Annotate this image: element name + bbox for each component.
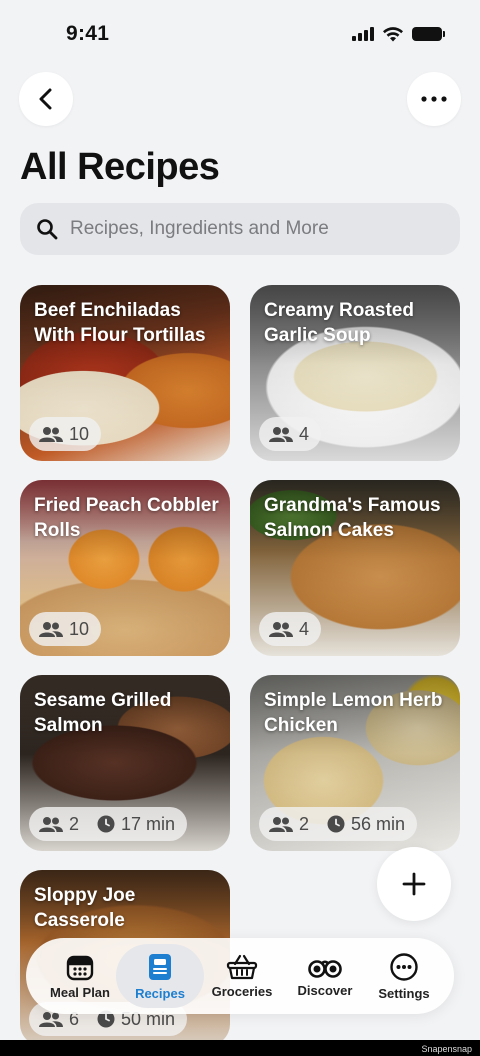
- more-options-button[interactable]: [407, 72, 461, 126]
- servings-badge: 4: [259, 612, 322, 646]
- recipe-title: Creamy Roasted Garlic Soup: [264, 300, 414, 346]
- tab-label: Settings: [378, 985, 430, 1001]
- recipe-title: Simple Lemon Herb Chicken: [264, 690, 443, 736]
- people-icon: [39, 622, 63, 637]
- servings-badge: 10: [29, 417, 102, 451]
- tab-label: Groceries: [211, 983, 273, 999]
- recipe-title: Grandma's Famous Salmon Cakes: [264, 495, 441, 541]
- recipe-card[interactable]: Beef Enchiladas With Flour Tortillas 10: [20, 285, 230, 461]
- tab-label: Discover: [297, 982, 353, 998]
- wifi-icon: [383, 27, 403, 42]
- status-bar: 9:41: [0, 0, 480, 64]
- chevron-left-icon: [39, 88, 52, 110]
- search-icon: [37, 219, 58, 240]
- search-input[interactable]: Recipes, Ingredients and More: [20, 203, 460, 255]
- tab-settings[interactable]: Settings: [360, 944, 448, 1008]
- status-time: 9:41: [66, 22, 110, 45]
- binoculars-icon: [308, 959, 342, 978]
- tab-label: Recipes: [135, 985, 185, 1001]
- servings-count: 10: [69, 423, 90, 444]
- people-icon: [39, 427, 63, 442]
- status-icons: [352, 26, 445, 42]
- cook-time: 17 min: [121, 813, 176, 834]
- people-icon: [269, 427, 293, 442]
- servings-count: 10: [69, 618, 90, 639]
- basket-icon: [226, 954, 258, 979]
- ellipsis-icon: [421, 96, 447, 102]
- cellular-signal-icon: [352, 27, 374, 41]
- recipe-card[interactable]: Simple Lemon Herb Chicken 2 56 min: [250, 675, 460, 851]
- back-button[interactable]: [19, 72, 73, 126]
- recipe-title: Sloppy Joe Casserole: [34, 885, 136, 931]
- battery-icon: [412, 27, 445, 41]
- screen: 9:41 All Recipes Recipes, Ingredients an…: [0, 0, 480, 1056]
- bottom-strip: Snapensnap: [0, 1040, 480, 1056]
- recipe-title: Fried Peach Cobbler Rolls: [34, 495, 219, 541]
- tab-groceries[interactable]: Groceries: [198, 944, 286, 1008]
- recipe-meta-badge: 2 56 min: [259, 807, 418, 841]
- calendar-icon: [66, 955, 94, 980]
- recipe-book-icon: [149, 953, 171, 980]
- people-icon: [269, 622, 293, 637]
- plus-icon: [402, 872, 426, 896]
- tab-recipes[interactable]: Recipes: [116, 944, 204, 1008]
- recipe-title: Beef Enchiladas With Flour Tortillas: [34, 300, 206, 346]
- servings-badge: 10: [29, 612, 102, 646]
- servings-count: 2: [299, 813, 310, 834]
- people-icon: [269, 817, 293, 832]
- servings-badge: 4: [259, 417, 322, 451]
- recipe-card[interactable]: Fried Peach Cobbler Rolls 10: [20, 480, 230, 656]
- ellipsis-circle-icon: [390, 952, 418, 981]
- recipe-card[interactable]: Grandma's Famous Salmon Cakes 4: [250, 480, 460, 656]
- servings-count: 4: [299, 423, 310, 444]
- people-icon: [39, 817, 63, 832]
- recipe-card[interactable]: Sesame Grilled Salmon 2 17 min: [20, 675, 230, 851]
- recipe-card[interactable]: Creamy Roasted Garlic Soup 4: [250, 285, 460, 461]
- cook-time: 56 min: [351, 813, 406, 834]
- tab-discover[interactable]: Discover: [281, 944, 369, 1008]
- clock-icon: [327, 815, 345, 833]
- servings-count: 4: [299, 618, 310, 639]
- recipe-title: Sesame Grilled Salmon: [34, 690, 172, 736]
- tab-meal-plan[interactable]: Meal Plan: [36, 944, 124, 1008]
- clock-icon: [97, 815, 115, 833]
- add-recipe-button[interactable]: [377, 847, 451, 921]
- search-placeholder: Recipes, Ingredients and More: [70, 218, 329, 239]
- tab-bar: Meal Plan Recipes Groceries Discover Set…: [26, 938, 454, 1014]
- tab-label: Meal Plan: [50, 984, 110, 1000]
- servings-count: 2: [69, 813, 80, 834]
- watermark: Snapensnap: [421, 1044, 472, 1054]
- page-title: All Recipes: [20, 146, 220, 188]
- recipe-meta-badge: 2 17 min: [29, 807, 188, 841]
